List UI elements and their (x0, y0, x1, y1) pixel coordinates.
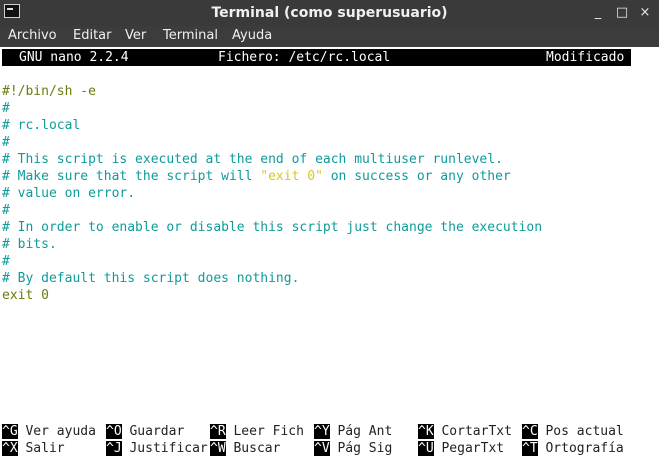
menu-bar: Archivo Editar Ver Terminal Ayuda (0, 26, 659, 47)
comment-line: # By default this script does nothing. (2, 271, 300, 286)
comment-text: # Make sure that the script will (2, 169, 261, 184)
comment-line: # (2, 135, 10, 150)
shortcut-prev-page[interactable]: ^Y Pág Ant (314, 423, 392, 440)
shortcut-search[interactable]: ^W Buscar (210, 440, 280, 457)
shortcut-read-file[interactable]: ^R Leer Fich (210, 423, 304, 440)
shortcut-paste-text[interactable]: ^U PegarTxt (418, 440, 504, 457)
comment-text: on success or any other (322, 169, 511, 184)
comment-line: # value on error. (2, 186, 136, 201)
nano-filename: Fichero: /etc/rc.local (218, 50, 391, 65)
minimize-icon[interactable]: _ (590, 5, 606, 21)
nano-header: GNU nano 2.2.4 Fichero: /etc/rc.local Mo… (2, 49, 631, 66)
comment-line: # (2, 101, 10, 116)
window-title: Terminal (como superusuario) (211, 5, 448, 21)
shortcut-spell[interactable]: ^T Ortografía (522, 440, 624, 457)
shortcut-exit[interactable]: ^X Salir (2, 440, 65, 457)
comment-line: # bits. (2, 237, 57, 252)
shortcut-next-page[interactable]: ^V Pág Sig (314, 440, 392, 457)
comment-line: # In order to enable or disable this scr… (2, 220, 543, 235)
comment-line: # This script is executed at the end of … (2, 152, 503, 167)
menu-editar[interactable]: Editar (73, 28, 112, 44)
menu-ayuda[interactable]: Ayuda (232, 28, 272, 44)
shortcut-cut-text[interactable]: ^K CortarTxt (418, 423, 512, 440)
comment-line: # (2, 203, 10, 218)
comment-line: # rc.local (2, 118, 81, 133)
comment-line: # Make sure that the script will "exit 0… (2, 168, 511, 185)
string-literal: "exit 0" (260, 169, 323, 184)
nano-version: GNU nano 2.2.4 (19, 50, 129, 65)
shortcut-help[interactable]: ^G Ver ayuda (2, 423, 96, 440)
shortcut-save[interactable]: ^O Guardar (106, 423, 184, 440)
menu-terminal[interactable]: Terminal (163, 28, 218, 44)
close-icon[interactable]: × (637, 5, 653, 21)
code-line: exit 0 (2, 288, 49, 303)
window-titlebar[interactable]: Terminal (como superusuario) _ □ × (0, 0, 659, 26)
nano-status: Modificado (546, 50, 625, 65)
menu-ver[interactable]: Ver (125, 28, 146, 44)
code-line: #!/bin/sh -e (2, 84, 96, 99)
shortcut-cur-pos[interactable]: ^C Pos actual (522, 423, 624, 440)
menu-archivo[interactable]: Archivo (8, 28, 57, 44)
maximize-icon[interactable]: □ (614, 5, 630, 21)
shortcut-justify[interactable]: ^J Justificar (106, 440, 208, 457)
comment-line: # (2, 254, 10, 269)
terminal-area[interactable]: GNU nano 2.2.4 Fichero: /etc/rc.local Mo… (0, 47, 659, 462)
